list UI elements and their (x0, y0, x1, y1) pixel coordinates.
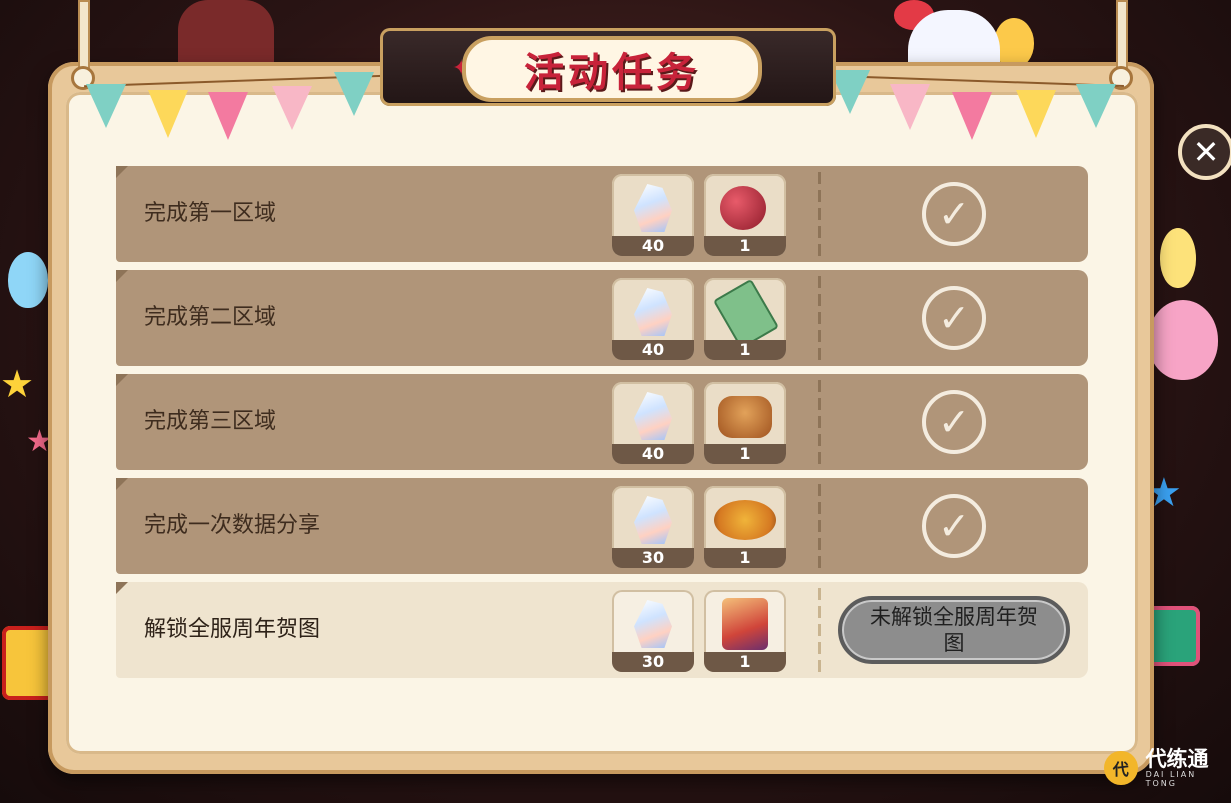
reward-slot[interactable]: 40 (612, 278, 694, 360)
bunting-flag (334, 72, 374, 116)
logo-name: 代练通 (1145, 747, 1209, 771)
logo-mark-icon: 代 (1104, 751, 1138, 785)
fruit-bomb-icon (720, 186, 766, 230)
task-label: 解锁全服周年贺图 (144, 617, 321, 642)
reward-count: 1 (704, 340, 786, 360)
watermark-logo: 代 代练通 DAI LIAN TONG (1104, 748, 1231, 788)
crystal-icon (634, 600, 672, 648)
reward-count: 30 (612, 548, 694, 568)
reward-count: 30 (612, 652, 694, 672)
reward-count: 1 (704, 548, 786, 568)
crystal-icon (634, 184, 672, 232)
row-divider (818, 380, 821, 464)
left-post (78, 0, 90, 76)
crystal-icon (634, 496, 672, 544)
right-post (1116, 0, 1128, 76)
bunting-flag (830, 70, 870, 114)
balloon-yellow-right (1160, 228, 1196, 288)
task-row-locked: 解锁全服周年贺图 30 1 未解锁全服周年贺图 (116, 582, 1088, 678)
cake-icon (718, 396, 772, 438)
ticket-icon (712, 278, 780, 350)
row-divider (818, 484, 821, 568)
bunting-flag (1016, 90, 1056, 138)
page-title: 活动任务 (462, 36, 762, 102)
bunting-flag (272, 86, 312, 130)
crystal-icon (634, 288, 672, 336)
logo-subtitle: DAI LIAN TONG (1145, 770, 1197, 788)
pizza-icon (714, 500, 776, 540)
bunting-flag (86, 84, 126, 128)
reward-count: 40 (612, 444, 694, 464)
row-divider (818, 276, 821, 360)
task-row: 完成第二区域 40 1 ✓ (116, 270, 1088, 366)
reward-slot[interactable]: 1 (704, 486, 786, 568)
locked-status-button[interactable]: 未解锁全服周年贺图 (838, 596, 1070, 664)
reward-count: 1 (704, 652, 786, 672)
row-divider (818, 172, 821, 256)
reward-count: 40 (612, 340, 694, 360)
reward-slot[interactable]: 1 (704, 382, 786, 464)
crystal-icon (634, 392, 672, 440)
character-card-icon (722, 598, 768, 650)
reward-slot[interactable]: 1 (704, 278, 786, 360)
task-label: 完成第三区域 (144, 409, 277, 434)
reward-slot[interactable]: 40 (612, 382, 694, 464)
task-row: 完成一次数据分享 30 1 ✓ (116, 478, 1088, 574)
reward-slot[interactable]: 40 (612, 174, 694, 256)
reward-count: 1 (704, 444, 786, 464)
row-divider (818, 588, 821, 672)
reward-slot[interactable]: 30 (612, 590, 694, 672)
task-label: 完成第一区域 (144, 201, 277, 226)
task-row: 完成第一区域 40 1 ✓ (116, 166, 1088, 262)
task-label: 完成一次数据分享 (144, 513, 321, 538)
completed-check-icon: ✓ (922, 286, 986, 350)
bunting-flag (1076, 84, 1116, 128)
completed-check-icon: ✓ (922, 182, 986, 246)
balloon-blue-left (8, 252, 48, 308)
task-row: 完成第三区域 40 1 ✓ (116, 374, 1088, 470)
bunting-flag (208, 92, 248, 140)
close-icon: ✕ (1192, 133, 1220, 171)
balloon-pink-right (1148, 300, 1218, 380)
completed-check-icon: ✓ (922, 390, 986, 454)
bunting-flag (952, 92, 992, 140)
star-yellow-icon: ★ (0, 362, 35, 406)
reward-count: 1 (704, 236, 786, 256)
reward-slot[interactable]: 30 (612, 486, 694, 568)
reward-count: 40 (612, 236, 694, 256)
balloon-yellow-top (994, 18, 1034, 68)
close-button[interactable]: ✕ (1178, 124, 1231, 180)
bunting-flag (890, 84, 930, 130)
bunting-flag (148, 90, 188, 138)
completed-check-icon: ✓ (922, 494, 986, 558)
task-label: 完成第二区域 (144, 305, 277, 330)
reward-slot[interactable]: 1 (704, 174, 786, 256)
reward-slot[interactable]: 1 (704, 590, 786, 672)
